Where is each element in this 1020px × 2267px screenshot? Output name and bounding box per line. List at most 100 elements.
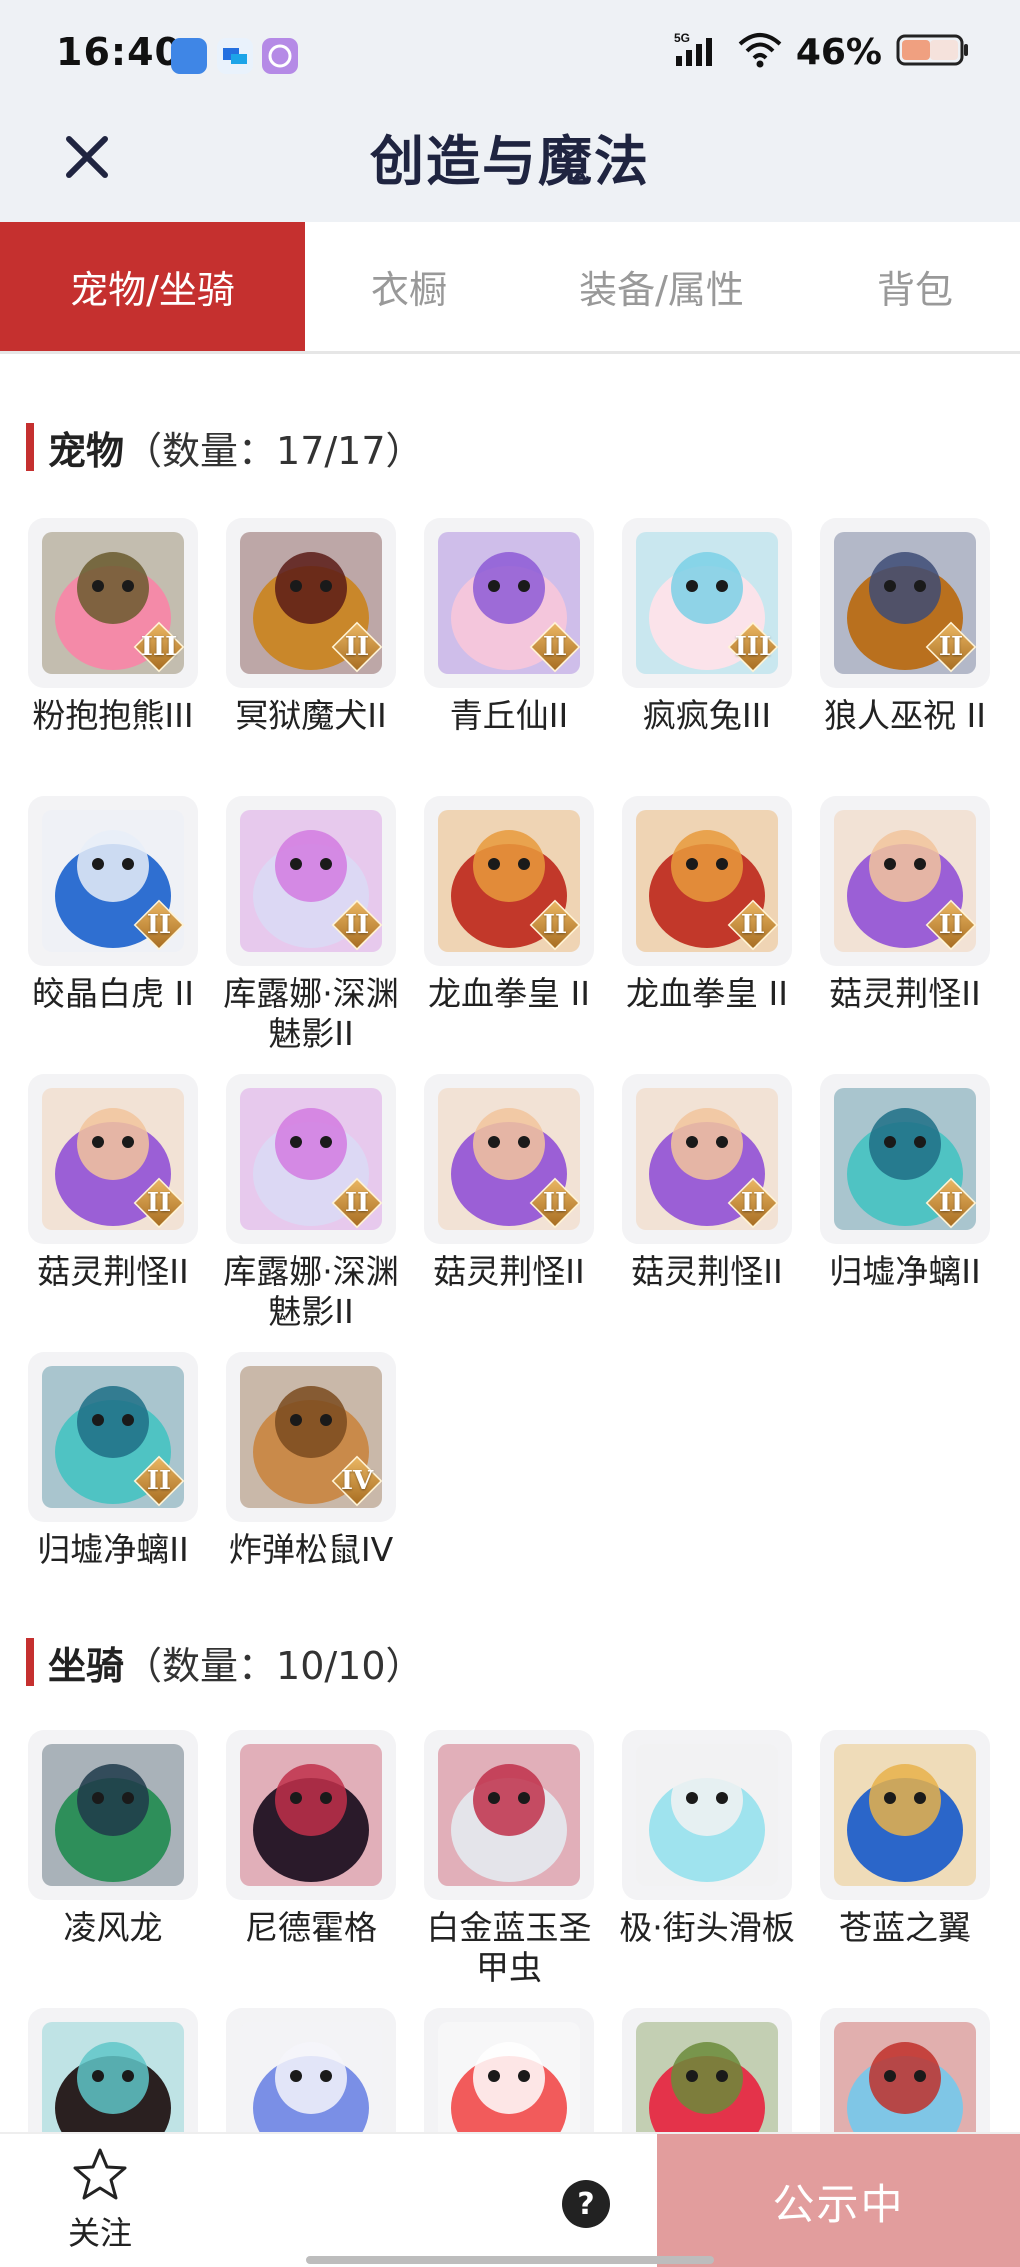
pet-thumbnail[interactable]: II: [28, 796, 198, 966]
pet-thumbnail[interactable]: II: [622, 1074, 792, 1244]
badge-level-text: II: [938, 632, 964, 662]
public-status-button[interactable]: 公示中: [657, 2134, 1020, 2267]
level-badge: II: [925, 1177, 977, 1229]
status-bar: 16:40 5G 46%: [0, 0, 1020, 112]
level-badge: II: [727, 1177, 779, 1229]
mount-thumbnail[interactable]: [226, 1730, 396, 1900]
pet-thumbnail[interactable]: II: [424, 518, 594, 688]
pet-thumbnail[interactable]: III: [622, 518, 792, 688]
page-title: 创造与魔法: [370, 130, 650, 193]
mount-item[interactable]: [28, 2008, 198, 2132]
mount-portrait-image: [240, 1744, 382, 1886]
pets-section-name: 宠物: [48, 428, 125, 473]
badge-level-text: III: [140, 632, 178, 662]
mount-thumbnail[interactable]: [424, 1730, 594, 1900]
tab-wardrobe[interactable]: 衣橱: [305, 222, 513, 351]
pet-item[interactable]: II 菇灵荆怪II: [424, 1074, 594, 1292]
mount-thumbnail[interactable]: [820, 2008, 990, 2132]
pet-item[interactable]: II 狼人巫祝 II: [820, 518, 990, 736]
mount-thumbnail[interactable]: [820, 1730, 990, 1900]
pet-item[interactable]: II 归墟净螭II: [820, 1074, 990, 1292]
mount-item[interactable]: 白金蓝玉圣甲虫: [424, 1730, 594, 1988]
mount-item[interactable]: [622, 2008, 792, 2132]
pet-thumbnail[interactable]: II: [28, 1074, 198, 1244]
mount-item[interactable]: 凌风龙: [28, 1730, 198, 1948]
badge-level-text: II: [344, 632, 370, 662]
mount-item[interactable]: 尼德霍格: [226, 1730, 396, 1948]
pet-item[interactable]: II 菇灵荆怪II: [622, 1074, 792, 1292]
pet-thumbnail[interactable]: II: [820, 1074, 990, 1244]
mount-item[interactable]: [424, 2008, 594, 2132]
pet-name: 龙血拳皇 II: [626, 974, 788, 1013]
pet-name: 疯疯兔III: [642, 696, 772, 735]
mount-item[interactable]: 极·街头滑板: [619, 1730, 795, 1948]
mount-thumbnail[interactable]: [28, 2008, 198, 2132]
mount-thumbnail[interactable]: [28, 1730, 198, 1900]
pet-item[interactable]: II 皎晶白虎 II: [28, 796, 198, 1014]
pet-thumbnail[interactable]: II: [820, 796, 990, 966]
level-badge: IV: [331, 1455, 383, 1507]
badge-level-text: II: [344, 910, 370, 940]
pet-item[interactable]: II 冥狱魔犬II: [226, 518, 396, 736]
mount-thumbnail[interactable]: [622, 1730, 792, 1900]
pet-thumbnail[interactable]: II: [226, 1074, 396, 1244]
star-icon[interactable]: [72, 2146, 128, 2202]
help-icon[interactable]: ?: [562, 2180, 610, 2228]
mount-thumbnail[interactable]: [226, 2008, 396, 2132]
badge-level-text: II: [938, 910, 964, 940]
pet-thumbnail[interactable]: II: [226, 518, 396, 688]
mount-portrait-image: [240, 2022, 382, 2132]
pet-item[interactable]: III 疯疯兔III: [622, 518, 792, 736]
pet-item[interactable]: II 龙血拳皇 II: [424, 796, 594, 1014]
bottom-action-bar: 关注 ? 公示中: [0, 2132, 1020, 2267]
chat-app-icon: [217, 38, 253, 74]
mount-item[interactable]: [226, 2008, 396, 2132]
pet-item[interactable]: IV 炸弹松鼠IV: [226, 1352, 396, 1570]
pet-name: 粉抱抱熊III: [32, 696, 194, 735]
pet-item[interactable]: II 库露娜·深渊魅影II: [223, 1074, 399, 1332]
pet-name: 皎晶白虎 II: [32, 974, 194, 1013]
tab-equipment-attributes[interactable]: 装备/属性: [513, 222, 810, 351]
mount-portrait-image: [834, 2022, 976, 2132]
pet-item[interactable]: III 粉抱抱熊III: [28, 518, 198, 736]
pet-thumbnail[interactable]: II: [28, 1352, 198, 1522]
mount-item[interactable]: [820, 2008, 990, 2132]
pet-item[interactable]: II 青丘仙II: [424, 518, 594, 736]
mount-portrait-image: [636, 1744, 778, 1886]
pet-thumbnail[interactable]: II: [820, 518, 990, 688]
pet-thumbnail[interactable]: II: [424, 1074, 594, 1244]
tab-pets-mounts[interactable]: 宠物/坐骑: [0, 222, 305, 351]
pet-thumbnail[interactable]: III: [28, 518, 198, 688]
pet-item[interactable]: II 菇灵荆怪II: [28, 1074, 198, 1292]
level-badge: II: [529, 1177, 581, 1229]
pet-thumbnail[interactable]: II: [424, 796, 594, 966]
badge-level-text: II: [146, 1466, 172, 1496]
level-badge: II: [133, 899, 185, 951]
tab-bar: 宠物/坐骑 衣橱 装备/属性 背包: [0, 222, 1020, 354]
level-badge: II: [925, 899, 977, 951]
follow-label: 关注: [67, 2214, 132, 2252]
pet-name: 库露娜·深渊魅影II: [223, 974, 399, 1053]
pet-name: 菇灵荆怪II: [829, 974, 981, 1013]
pets-section-count: （数量：17/17）: [124, 428, 424, 473]
mounts-section-name: 坐骑: [48, 1643, 125, 1688]
pets-section-title: 宠物 （数量：17/17）: [26, 422, 424, 473]
battery-icon: [896, 32, 970, 72]
pet-thumbnail[interactable]: II: [622, 796, 792, 966]
mount-item[interactable]: 苍蓝之翼: [820, 1730, 990, 1948]
pet-thumbnail[interactable]: IV: [226, 1352, 396, 1522]
pet-item[interactable]: II 龙血拳皇 II: [622, 796, 792, 1014]
tab-backpack[interactable]: 背包: [810, 222, 1020, 351]
pet-item[interactable]: II 库露娜·深渊魅影II: [223, 796, 399, 1054]
mount-thumbnail[interactable]: [424, 2008, 594, 2132]
follow-button[interactable]: 关注: [50, 2146, 150, 2256]
mount-portrait-image: [42, 2022, 184, 2132]
level-badge: II: [529, 899, 581, 951]
level-badge: II: [727, 899, 779, 951]
pet-thumbnail[interactable]: II: [226, 796, 396, 966]
mount-portrait-image: [636, 2022, 778, 2132]
pet-item[interactable]: II 归墟净螭II: [28, 1352, 198, 1570]
wifi-icon: [738, 32, 782, 72]
pet-item[interactable]: II 菇灵荆怪II: [820, 796, 990, 1014]
mount-thumbnail[interactable]: [622, 2008, 792, 2132]
